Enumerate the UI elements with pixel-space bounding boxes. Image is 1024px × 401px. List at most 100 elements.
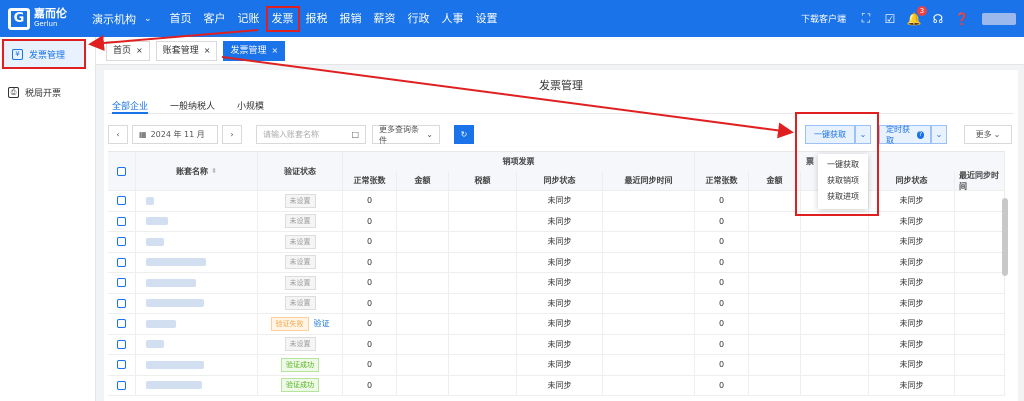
sidebar-item-invoice-management[interactable]: ¥ 发票管理 — [2, 39, 86, 69]
headset-icon[interactable]: ☊ — [931, 12, 945, 26]
search-input[interactable]: 请输入账套名称 □ — [256, 125, 366, 144]
table-row[interactable]: 未设置 0 未同步 0 未同步 — [108, 252, 1005, 273]
avatar[interactable] — [982, 12, 1016, 25]
table-cell — [749, 355, 801, 375]
table-row[interactable]: 未设置 0 未同步 0 未同步 — [108, 211, 1005, 232]
table-cell: 未设置 — [258, 293, 343, 313]
table-row[interactable]: 未设置 0 未同步 0 未同步 — [108, 334, 1005, 355]
scheduled-fetch-dropdown-toggle[interactable]: ⌄ — [931, 125, 947, 144]
month-picker[interactable]: ▦ 2024 年 11 月 — [132, 125, 218, 144]
col-amount-purchase[interactable]: 金额 — [749, 171, 801, 190]
vertical-scrollbar[interactable] — [1002, 198, 1008, 276]
brand-name: 嘉而伦 — [34, 6, 67, 20]
table-cell: 验证成功 — [258, 375, 343, 395]
col-tax[interactable]: 税额 — [449, 171, 517, 190]
one-click-fetch-dropdown-toggle[interactable]: ⌄ — [855, 125, 871, 144]
table-row[interactable]: 验证成功 0 未同步 0 未同步 — [108, 355, 1005, 376]
table-cell — [749, 252, 801, 272]
col-last-sync-purchase[interactable]: 最近同步时间 — [955, 171, 1005, 191]
row-checkbox[interactable] — [117, 319, 126, 329]
menu-item-fetch-purchase[interactable]: 获取进项 — [818, 189, 868, 205]
nav-reimburse[interactable]: 报销 — [334, 6, 368, 32]
one-click-fetch-button[interactable]: 一键获取 — [805, 125, 855, 144]
row-checkbox[interactable] — [117, 298, 126, 308]
sort-icon[interactable]: ⬍ — [211, 167, 217, 175]
bell-icon[interactable]: 🔔 3 — [907, 5, 927, 26]
next-month-button[interactable]: › — [222, 125, 242, 144]
cell-value: 0 — [718, 237, 725, 247]
table-row[interactable]: 未设置 0 未同步 0 未同步 — [108, 273, 1005, 294]
cell-value: 未同步 — [547, 339, 572, 349]
nav-hr[interactable]: 人事 — [436, 6, 470, 32]
table-row[interactable]: 未设置 0 未同步 0 未同步 — [108, 191, 1005, 212]
download-client-link[interactable]: 下载客户端 — [801, 12, 846, 25]
refresh-button[interactable]: ↻ — [454, 125, 474, 144]
row-checkbox[interactable] — [117, 257, 126, 267]
row-checkbox[interactable] — [117, 278, 126, 288]
table-cell: 0 — [343, 334, 397, 354]
tab-invoice-management[interactable]: 发票管理 × — [223, 40, 286, 61]
row-checkbox[interactable] — [117, 216, 126, 226]
subtab-all-companies[interactable]: 全部企业 — [112, 94, 149, 114]
col-last-sync[interactable]: 最近同步时间 — [603, 171, 695, 190]
logo[interactable]: G 嘉而伦 Gerlun — [8, 6, 80, 30]
more-filters-button[interactable]: 更多查询条件 ⌄ — [372, 125, 440, 145]
table-cell: 验证成功 — [258, 355, 343, 375]
col-account-name-header[interactable]: 账套名称 ⬍ — [136, 152, 258, 190]
table-row[interactable]: 验证失败 验证 0 未同步 0 未同步 — [108, 314, 1005, 335]
subtab-general-taxpayer[interactable]: 一般纳税人 — [170, 94, 215, 114]
cell-value: 未同步 — [899, 319, 924, 329]
nav-invoice[interactable]: 发票 — [265, 5, 300, 32]
table-cell: 0 — [695, 232, 749, 252]
table-row[interactable]: 未设置 0 未同步 0 未同步 — [108, 232, 1005, 253]
close-icon[interactable]: × — [204, 42, 211, 60]
table-cell — [955, 252, 1005, 272]
row-checkbox[interactable] — [117, 196, 126, 206]
org-switcher[interactable]: 演示机构 ⌄ — [92, 11, 152, 27]
tab-home[interactable]: 首页 × — [106, 40, 150, 61]
col-sync-status-purchase[interactable]: 同步状态 — [869, 171, 955, 190]
menu-item-fetch-sales[interactable]: 获取销项 — [818, 173, 868, 189]
more-button[interactable]: 更多 ⌄ — [964, 125, 1012, 144]
col-amount[interactable]: 金额 — [397, 171, 449, 190]
col-sync-status[interactable]: 同步状态 — [517, 171, 603, 190]
main-panel: 发票管理 全部企业 一般纳税人 小规模 ‹ ▦ 2024 年 11 月 › 请输… — [104, 70, 1018, 401]
nav-bookkeeping[interactable]: 记账 — [232, 6, 266, 32]
nav-admin[interactable]: 行政 — [402, 6, 436, 32]
table-cell — [801, 273, 869, 293]
taxpayer-type-tabs: 全部企业 一般纳税人 小规模 — [108, 94, 1014, 114]
close-icon[interactable]: × — [136, 42, 143, 60]
subtab-small-scale[interactable]: 小规模 — [237, 94, 264, 114]
cell-value: 未同步 — [899, 196, 924, 206]
menu-item-one-click-fetch[interactable]: 一键获取 — [818, 157, 868, 173]
table-cell — [449, 334, 517, 354]
cell-value: 0 — [366, 319, 373, 329]
tab-account-management[interactable]: 账套管理 × — [155, 40, 218, 61]
table-row[interactable]: 验证成功 0 未同步 0 未同步 — [108, 375, 1005, 396]
cell-value: 0 — [366, 360, 373, 370]
cell-value: 0 — [366, 278, 373, 288]
row-checkbox[interactable] — [117, 380, 126, 390]
table-cell — [108, 252, 136, 272]
scan-icon[interactable]: ⛶ — [859, 11, 873, 26]
verify-link[interactable]: 验证 — [314, 318, 330, 329]
sidebar-item-tax-bureau-invoicing[interactable]: ⎙ 税局开票 — [0, 77, 95, 107]
table-row[interactable]: 未设置 0 未同步 0 未同步 — [108, 293, 1005, 314]
scheduled-fetch-button[interactable]: 定时获取 ? — [879, 125, 931, 145]
close-icon[interactable]: × — [271, 42, 278, 60]
task-check-icon[interactable]: ☑ — [883, 12, 897, 26]
prev-month-button[interactable]: ‹ — [108, 125, 128, 144]
help-icon[interactable]: ❓ — [955, 12, 970, 26]
row-checkbox[interactable] — [117, 237, 126, 247]
select-all-checkbox[interactable] — [117, 166, 126, 176]
row-checkbox[interactable] — [117, 339, 126, 349]
nav-salary[interactable]: 薪资 — [368, 6, 402, 32]
nav-settings[interactable]: 设置 — [470, 6, 504, 32]
row-checkbox[interactable] — [117, 360, 126, 370]
table-cell: 未同步 — [517, 293, 603, 313]
nav-home[interactable]: 首页 — [164, 6, 198, 32]
nav-customer[interactable]: 客户 — [198, 6, 232, 32]
nav-tax[interactable]: 报税 — [300, 6, 334, 32]
sidebar-item-label: 发票管理 — [29, 50, 66, 61]
chevron-down-icon: ⌄ — [859, 130, 867, 139]
